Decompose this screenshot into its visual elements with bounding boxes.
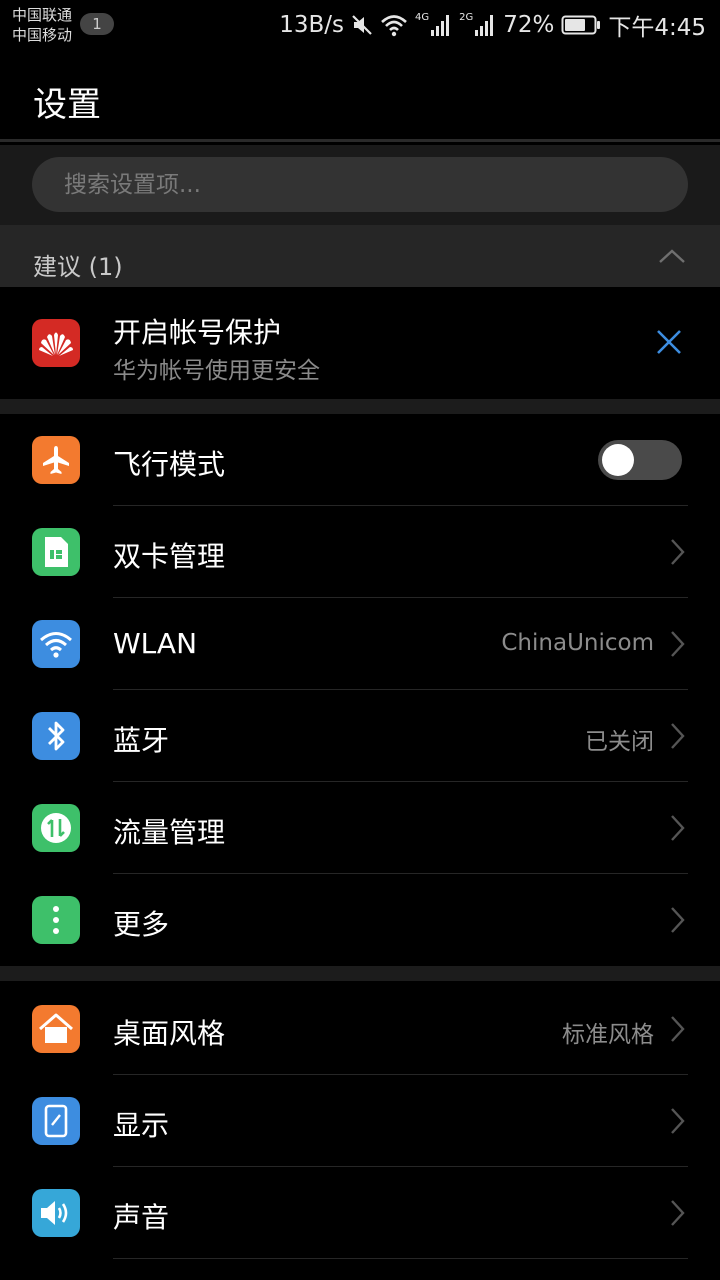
wlan-label: WLAN <box>113 627 198 660</box>
notification-badge: 1 <box>80 13 114 35</box>
chevron-right-icon <box>671 815 685 841</box>
status-icons: 13B/s 4G 2G 72% 下午4:45 <box>279 8 706 42</box>
display-icon <box>32 1097 80 1145</box>
airplane-mode-toggle[interactable] <box>598 440 682 480</box>
search-input[interactable] <box>32 157 688 212</box>
signal-icon: 4G <box>415 13 452 37</box>
signal-icon: 2G <box>459 13 496 37</box>
wifi-icon <box>32 620 80 668</box>
settings-item-more[interactable]: 更多 <box>0 874 720 966</box>
title-bar: 设置 <box>0 50 720 142</box>
speaker-icon <box>32 1189 80 1237</box>
network-speed: 13B/s <box>279 12 344 38</box>
section-gap <box>0 399 720 414</box>
bluetooth-label: 蓝牙 <box>113 724 170 757</box>
network-type-1: 4G <box>414 12 430 23</box>
more-label: 更多 <box>113 908 170 941</box>
toggle-knob <box>602 444 634 476</box>
chevron-right-icon <box>671 723 685 749</box>
mute-icon <box>352 15 372 35</box>
battery-percent: 72% <box>503 12 555 38</box>
suggestion-card[interactable]: 开启帐号保护 华为帐号使用更安全 <box>0 287 720 399</box>
search-section <box>0 145 720 225</box>
chevron-right-icon <box>671 539 685 565</box>
sound-label: 声音 <box>113 1201 170 1234</box>
settings-item-sound[interactable]: 声音 <box>0 1167 720 1259</box>
clock: 下午4:45 <box>608 15 706 41</box>
settings-item-airplane-mode[interactable]: 飞行模式 <box>0 414 720 506</box>
section-gap <box>0 966 720 981</box>
airplane-icon <box>32 436 80 484</box>
wlan-value: ChinaUnicom <box>501 630 654 656</box>
airplane-mode-label: 飞行模式 <box>113 448 226 481</box>
settings-group-device: 桌面风格 标准风格 显示 声音 <box>0 983 720 1259</box>
chevron-right-icon <box>671 907 685 933</box>
suggestions-header[interactable]: 建议 (1) <box>0 225 720 287</box>
settings-item-wlan[interactable]: WLAN ChinaUnicom <box>0 598 720 690</box>
home-style-label: 桌面风格 <box>113 1017 226 1050</box>
settings-item-data-usage[interactable]: 流量管理 <box>0 782 720 874</box>
data-usage-icon <box>32 804 80 852</box>
bluetooth-icon <box>32 712 80 760</box>
more-icon <box>32 896 80 944</box>
settings-group-network: 飞行模式 双卡管理 WLAN ChinaUnicom 蓝牙 已关闭 流量管理 更… <box>0 414 720 966</box>
close-icon[interactable] <box>654 327 684 357</box>
status-bar: 中国联通 中国移动 1 13B/s 4G 2G 72% 下午4:45 <box>0 0 720 50</box>
display-label: 显示 <box>113 1109 170 1142</box>
settings-item-display[interactable]: 显示 <box>0 1075 720 1167</box>
battery-icon <box>561 15 601 35</box>
huawei-logo-icon <box>32 319 80 367</box>
dual-sim-label: 双卡管理 <box>113 540 226 573</box>
bluetooth-value: 已关闭 <box>585 729 654 755</box>
divider <box>113 1258 688 1259</box>
sim-card-icon <box>32 528 80 576</box>
carrier-2: 中国移动 <box>12 26 73 44</box>
home-icon <box>32 1005 80 1053</box>
chevron-right-icon <box>671 1108 685 1134</box>
suggestion-subtitle: 华为帐号使用更安全 <box>113 358 320 384</box>
network-type-2: 2G <box>459 12 474 23</box>
home-style-value: 标准风格 <box>562 1022 654 1048</box>
chevron-right-icon <box>671 631 685 657</box>
chevron-right-icon <box>671 1200 685 1226</box>
settings-item-home-style[interactable]: 桌面风格 标准风格 <box>0 983 720 1075</box>
chevron-right-icon <box>671 1016 685 1042</box>
suggestions-label: 建议 (1) <box>33 253 123 281</box>
settings-item-dual-sim[interactable]: 双卡管理 <box>0 506 720 598</box>
carrier-1: 中国联通 <box>12 6 73 24</box>
wifi-icon <box>381 15 407 37</box>
suggestion-title: 开启帐号保护 <box>113 316 282 349</box>
settings-item-bluetooth[interactable]: 蓝牙 已关闭 <box>0 690 720 782</box>
chevron-up-icon[interactable] <box>658 247 686 265</box>
data-usage-label: 流量管理 <box>113 816 226 849</box>
page-title: 设置 <box>33 85 101 125</box>
carrier-names: 中国联通 中国移动 <box>12 5 72 45</box>
